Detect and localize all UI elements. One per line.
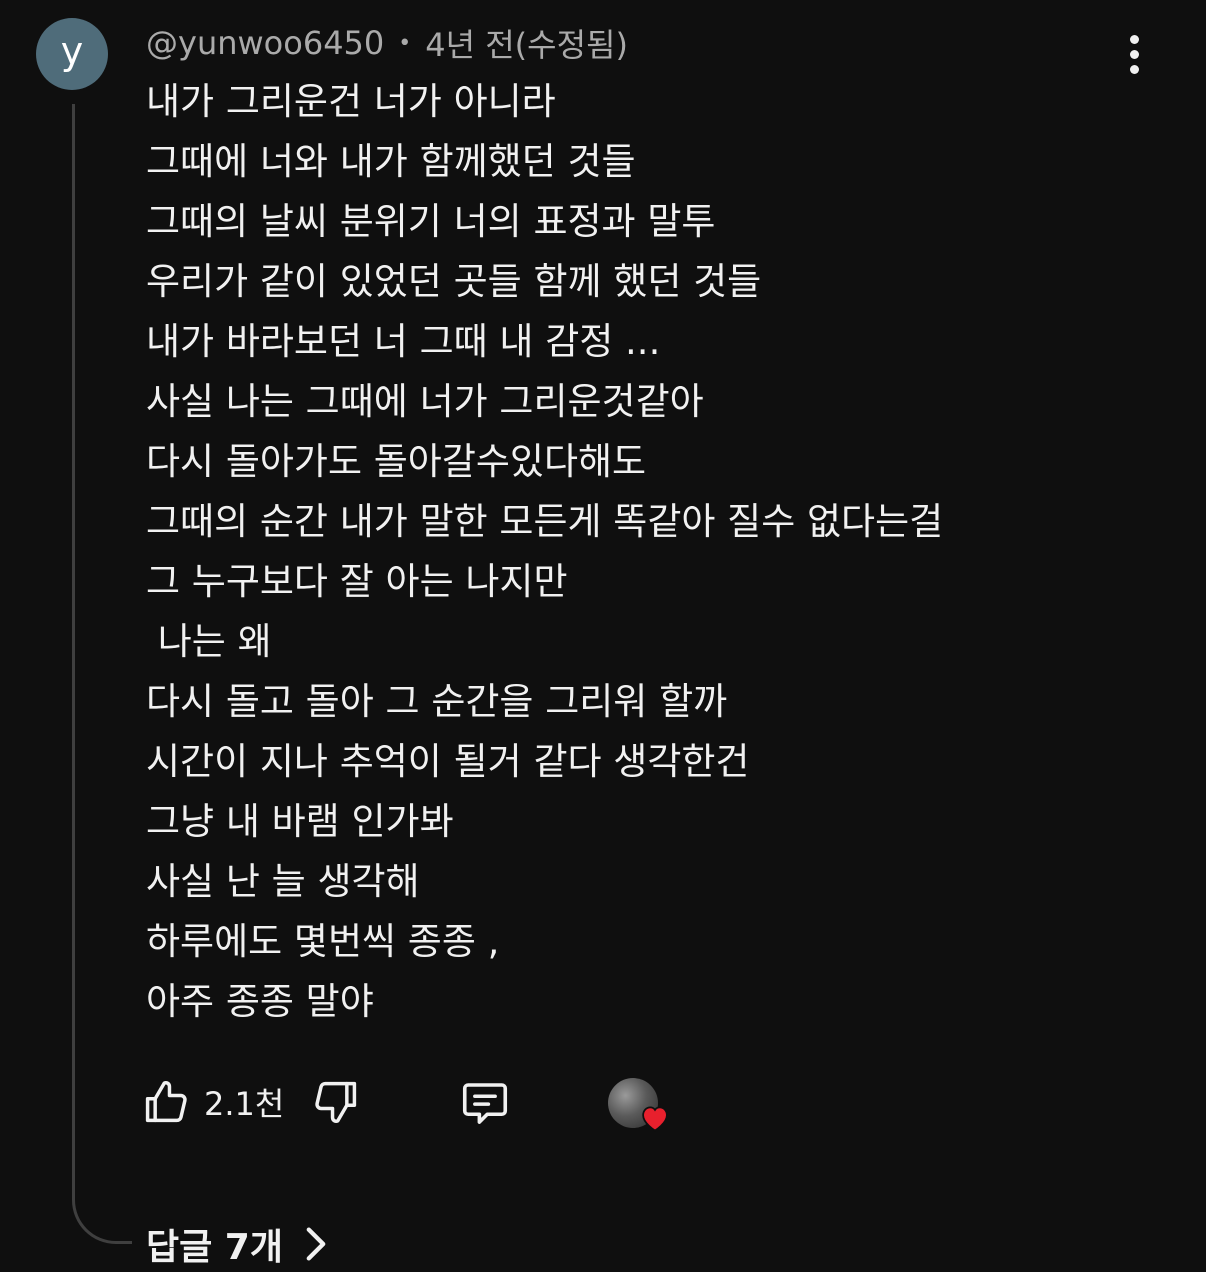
comment-body: 내가 그리운건 너가 아니라 그때에 너와 내가 함께했던 것들 그때의 날씨 …	[146, 72, 1086, 1032]
dislike-button[interactable]	[310, 1076, 362, 1128]
header-separator: •	[398, 30, 412, 56]
creator-heart-icon	[642, 1106, 668, 1132]
comment-icon	[462, 1083, 508, 1124]
avatar-letter: y	[60, 29, 84, 73]
reply-button[interactable]	[458, 1076, 512, 1130]
chevron-right-icon	[306, 1227, 326, 1261]
thumbs-down-icon	[315, 1081, 357, 1123]
more-dot-icon	[1129, 64, 1139, 74]
comment-action-bar: 2.1천	[140, 1072, 700, 1132]
comment-line: 다시 돌고 돌아 그 순간을 그리워 할까	[146, 680, 728, 723]
comment-line: 그때의 날씨 분위기 너의 표정과 말투	[146, 200, 716, 243]
comment-line: 사실 난 늘 생각해	[146, 860, 420, 903]
like-button[interactable]: 2.1천	[140, 1076, 284, 1128]
comment-line: 그때에 너와 내가 함께했던 것들	[146, 140, 636, 183]
more-dot-icon	[1129, 49, 1139, 59]
comment-line: 내가 그리운건 너가 아니라	[146, 80, 556, 123]
comment-header: @yunwoo6450 • 4년 전(수정됨)	[146, 20, 628, 66]
thread-connector-line	[72, 104, 132, 1244]
comment-line: 사실 나는 그때에 너가 그리운것같아	[146, 380, 704, 423]
comment-line: 내가 바라보던 너 그때 내 감정 ...	[146, 320, 661, 363]
thumbs-up-icon	[145, 1081, 187, 1123]
comment-line: 다시 돌아가도 돌아갈수있다해도	[146, 440, 647, 483]
view-replies-button[interactable]: 답글 7개	[146, 1218, 327, 1270]
comment-line: 우리가 같이 있었던 곳들 함께 했던 것들	[146, 260, 762, 303]
comment-line: 시간이 지나 추억이 될거 같다 생각한건	[146, 740, 750, 783]
comment-line: 그 누구보다 잘 아는 나지만	[146, 560, 568, 603]
author-avatar[interactable]: y	[36, 18, 108, 90]
author-handle[interactable]: @yunwoo6450	[146, 24, 384, 62]
more-options-button[interactable]	[1110, 30, 1158, 78]
comment-line: 그때의 순간 내가 말한 모든게 똑같아 질수 없다는걸	[146, 500, 944, 543]
like-count: 2.1천	[204, 1085, 285, 1123]
comment-line: 아주 종종 말야	[146, 980, 374, 1023]
comment-timestamp: 4년 전(수정됨)	[425, 26, 628, 64]
replies-label: 답글 7개	[146, 1227, 283, 1268]
comment-line: 하루에도 몇번씩 종종 ,	[146, 920, 500, 963]
comment-line: 그냥 내 바램 인가봐	[146, 800, 454, 843]
more-dot-icon	[1129, 34, 1139, 44]
comment-line: 나는 왜	[146, 620, 272, 663]
